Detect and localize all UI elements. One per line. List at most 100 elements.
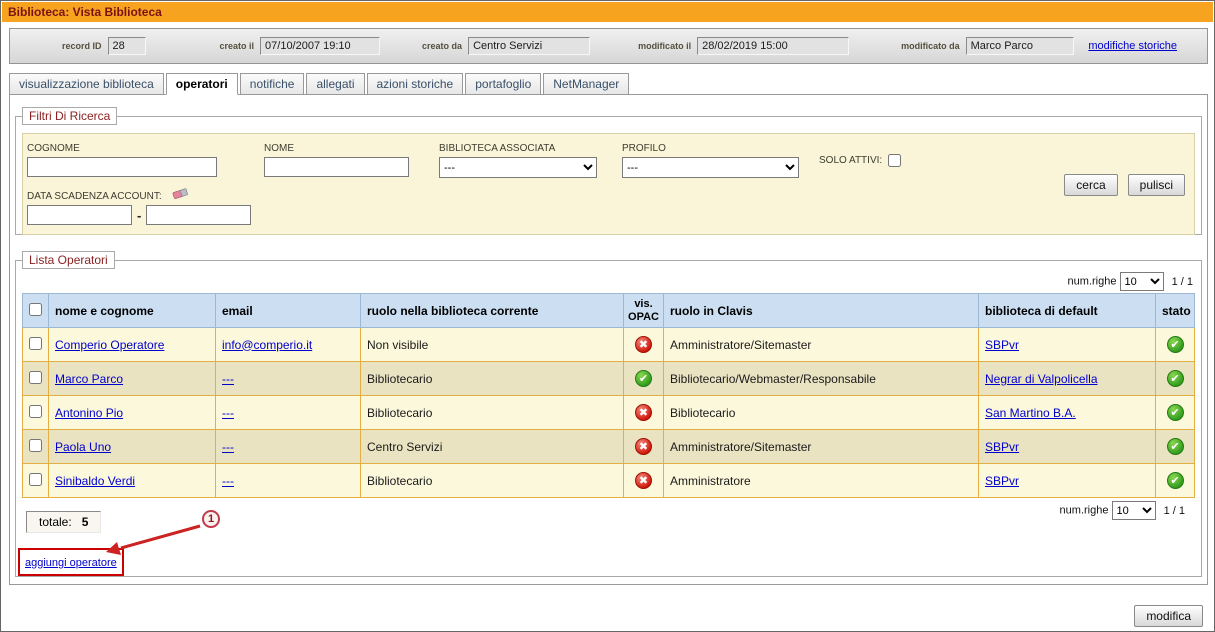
tab-visualizzazione-biblioteca[interactable]: visualizzazione biblioteca: [9, 73, 164, 95]
profilo-label: PROFILO: [622, 143, 799, 154]
record-field-value: Marco Parco: [966, 37, 1074, 55]
app-window: Biblioteca: Vista Biblioteca record ID28…: [0, 0, 1215, 632]
row-checkbox[interactable]: [29, 405, 42, 418]
record-header-fields: record ID 28 creato il 07/10/2007 19:10crea…: [10, 37, 1088, 55]
col-vis-opac: vis. OPAC: [624, 294, 664, 328]
num-righe-select-top[interactable]: 10: [1120, 272, 1164, 291]
totale-box: totale: 5: [26, 511, 101, 533]
operator-name-link[interactable]: Antonino Pio: [55, 406, 123, 420]
record-field-value: 28: [108, 37, 146, 55]
record-field-label: modificato da: [901, 41, 960, 51]
opac-not-visible-icon: ✖: [635, 336, 652, 353]
biblioteca-associata-select[interactable]: ---: [439, 157, 597, 178]
operator-email-link[interactable]: ---: [222, 474, 234, 488]
profilo-field: PROFILO ---: [622, 143, 799, 178]
record-field-value: Centro Servizi: [468, 37, 590, 55]
nome-label: NOME: [264, 143, 409, 154]
operator-name-link[interactable]: Comperio Operatore: [55, 338, 164, 352]
record-field: modificato il28/02/2019 15:00: [638, 37, 849, 55]
operator-email-link[interactable]: ---: [222, 406, 234, 420]
operator-role-current: Bibliotecario: [361, 362, 624, 396]
solo-attivi-label: SOLO ATTIVI:: [819, 155, 882, 166]
num-righe-select-bottom[interactable]: 10: [1112, 501, 1156, 520]
date-range-separator: -: [137, 208, 141, 223]
filter-panel: COGNOME NOME BIBLIOTECA ASSOCIATA --- PR…: [22, 133, 1195, 235]
totale-value: 5: [82, 515, 89, 529]
operator-name-link[interactable]: Paola Uno: [55, 440, 111, 454]
status-active-icon: ✔: [1167, 438, 1184, 455]
default-library-link[interactable]: SBPvr: [985, 440, 1019, 454]
row-checkbox[interactable]: [29, 439, 42, 452]
default-library-link[interactable]: SBPvr: [985, 474, 1019, 488]
operator-name-link[interactable]: Sinibaldo Verdi: [55, 474, 135, 488]
operator-email-link[interactable]: ---: [222, 372, 234, 386]
operator-role-clavis: Bibliotecario/Webmaster/Responsabile: [664, 362, 979, 396]
cognome-input[interactable]: [27, 157, 217, 177]
filter-buttons: cerca pulisci: [1054, 174, 1185, 196]
opac-visible-icon: ✔: [635, 370, 652, 387]
operator-email-link[interactable]: info@comperio.it: [222, 338, 312, 352]
col-stato: stato: [1156, 294, 1195, 328]
table-footer-row: totale:5 num.righe 10 1 / 1: [26, 498, 1193, 533]
record-field-value: 07/10/2007 19:10: [260, 37, 380, 55]
operator-role-clavis: Amministratore: [664, 464, 979, 498]
row-checkbox[interactable]: [29, 337, 42, 350]
profilo-select[interactable]: ---: [622, 157, 799, 178]
biblioteca-associata-label: BIBLIOTECA ASSOCIATA: [439, 143, 597, 154]
operator-role-current: Centro Servizi: [361, 430, 624, 464]
record-field-value: 28/02/2019 15:00: [697, 37, 849, 55]
operators-header-row: nome e cognome email ruolo nella bibliot…: [23, 294, 1195, 328]
operator-email-link[interactable]: ---: [222, 440, 234, 454]
default-library-link[interactable]: SBPvr: [985, 338, 1019, 352]
operator-name-link[interactable]: Marco Parco: [55, 372, 123, 386]
row-checkbox[interactable]: [29, 371, 42, 384]
status-active-icon: ✔: [1167, 404, 1184, 421]
filters-legend: Filtri Di Ricerca: [22, 107, 117, 125]
data-scadenza-to-input[interactable]: [146, 205, 251, 225]
cognome-label: COGNOME: [27, 143, 217, 154]
status-active-icon: ✔: [1167, 472, 1184, 489]
page-indicator-top: 1 / 1: [1172, 276, 1193, 288]
tab-notifiche[interactable]: notifiche: [240, 73, 305, 95]
tab-netmanager[interactable]: NetManager: [543, 73, 629, 95]
pager-top: num.righe 10 1 / 1: [16, 272, 1193, 291]
operator-row: Paola Uno --- Centro Servizi ✖ Amministrator…: [23, 430, 1195, 464]
tab-operatori[interactable]: operatori: [166, 73, 238, 95]
operator-row: Marco Parco --- Bibliotecario ✔ Bibliotecari…: [23, 362, 1195, 396]
default-library-link[interactable]: San Martino B.A.: [985, 406, 1076, 420]
record-field: creato il 07/10/2007 19:10: [220, 37, 381, 55]
nome-input[interactable]: [264, 157, 409, 177]
modifica-button[interactable]: modifica: [1134, 605, 1203, 627]
nome-field: NOME: [264, 143, 409, 177]
aggiungi-operatore-link[interactable]: aggiungi operatore: [25, 557, 117, 569]
operator-role-clavis: Amministratore/Sitemaster: [664, 430, 979, 464]
eraser-icon[interactable]: [172, 187, 189, 205]
record-field-label: creato il: [220, 41, 255, 51]
opac-not-visible-icon: ✖: [635, 438, 652, 455]
opac-not-visible-icon: ✖: [635, 472, 652, 489]
totale-label: totale:: [39, 515, 72, 529]
operators-fieldset: Lista Operatori num.righe 10 1 / 1 nome …: [15, 251, 1202, 577]
page-indicator-bottom: 1 / 1: [1164, 505, 1185, 517]
record-header: record ID 28 creato il 07/10/2007 19:10crea…: [9, 28, 1208, 64]
tab-azioni-storiche[interactable]: azioni storiche: [367, 73, 464, 95]
select-all-checkbox[interactable]: [29, 303, 42, 316]
data-scadenza-from-input[interactable]: [27, 205, 132, 225]
operator-role-current: Bibliotecario: [361, 464, 624, 498]
operator-role-current: Non visibile: [361, 328, 624, 362]
operators-legend: Lista Operatori: [22, 251, 115, 269]
col-ruolo-biblioteca: ruolo nella biblioteca corrente: [361, 294, 624, 328]
operator-row: Sinibaldo Verdi --- Bibliotecario ✖ Amminist…: [23, 464, 1195, 498]
status-active-icon: ✔: [1167, 336, 1184, 353]
pulisci-button[interactable]: pulisci: [1128, 174, 1185, 196]
modifiche-storiche-link[interactable]: modifiche storiche: [1088, 40, 1177, 52]
tab-allegati[interactable]: allegati: [306, 73, 364, 95]
row-checkbox[interactable]: [29, 473, 42, 486]
cerca-button[interactable]: cerca: [1064, 174, 1117, 196]
record-field: record ID 28: [62, 37, 146, 55]
record-field-label: record ID: [62, 41, 102, 51]
solo-attivi-checkbox[interactable]: [888, 154, 901, 167]
status-active-icon: ✔: [1167, 370, 1184, 387]
default-library-link[interactable]: Negrar di Valpolicella: [985, 372, 1098, 386]
tab-portafoglio[interactable]: portafoglio: [465, 73, 541, 95]
